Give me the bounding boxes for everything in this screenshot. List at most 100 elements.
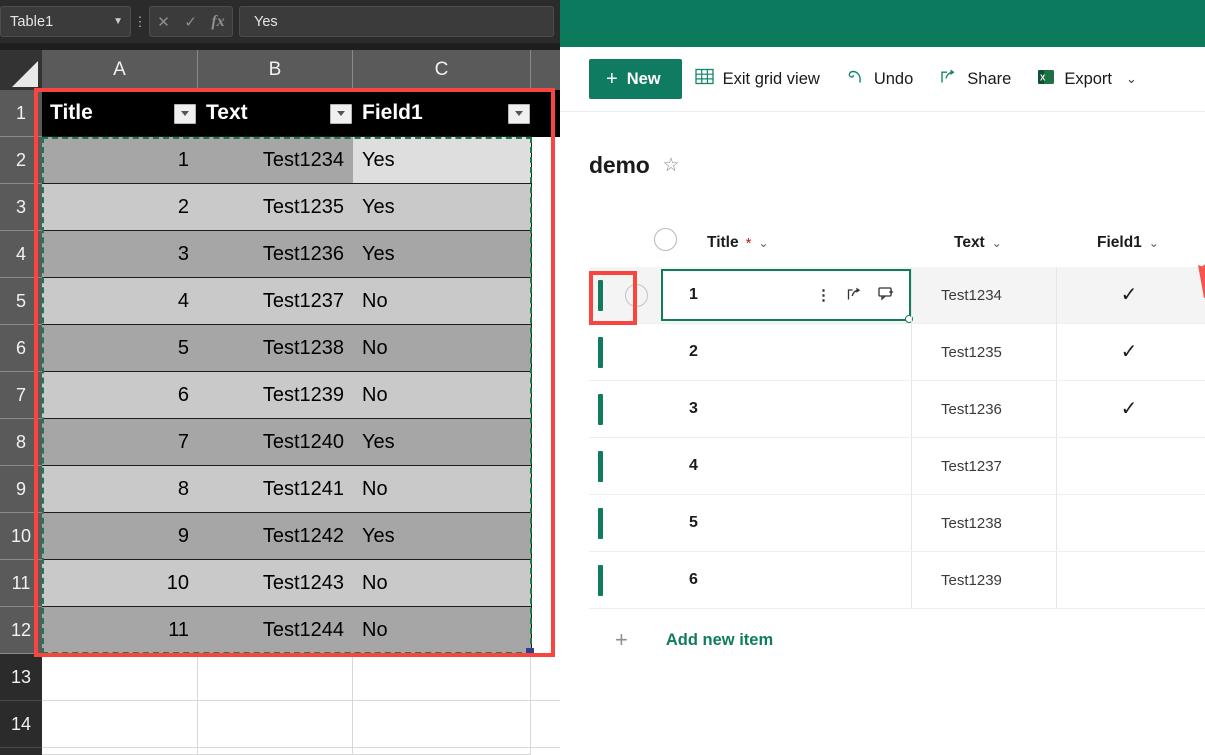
row-header-14[interactable]: 14: [0, 701, 42, 748]
cell-text[interactable]: Test1239: [198, 372, 353, 419]
open-item-icon[interactable]: [846, 286, 863, 304]
empty-cell-a[interactable]: [42, 701, 198, 748]
select-all-corner[interactable]: [0, 50, 42, 90]
row-header-1[interactable]: 1: [0, 90, 42, 137]
cell-field1[interactable]: No: [353, 607, 531, 654]
text-cell[interactable]: Test1235: [911, 324, 1056, 380]
list-item[interactable]: 2 Test1235 ✓: [589, 324, 1205, 381]
row-header-6[interactable]: 6: [0, 325, 42, 372]
field1-cell[interactable]: ✓: [1056, 381, 1201, 437]
cell-title[interactable]: 3: [42, 231, 198, 278]
cell-text[interactable]: Test1241: [198, 466, 353, 513]
cell-title[interactable]: 4: [42, 278, 198, 325]
empty-cell-c[interactable]: [353, 654, 531, 701]
formula-input[interactable]: Yes: [239, 6, 554, 37]
favorite-star-icon[interactable]: ☆: [663, 154, 680, 177]
cell-text[interactable]: Test1242: [198, 513, 353, 560]
empty-row[interactable]: [42, 701, 560, 748]
cell-text[interactable]: Test1238: [198, 325, 353, 372]
cell-title[interactable]: 11: [42, 607, 198, 654]
row-header-5[interactable]: 5: [0, 278, 42, 325]
field1-cell[interactable]: ✓: [1056, 324, 1201, 380]
list-item[interactable]: 4 Test1237: [589, 438, 1205, 495]
title-cell[interactable]: 3: [661, 381, 911, 437]
exit-grid-view-button[interactable]: Exit grid view: [682, 59, 833, 99]
row-header-3[interactable]: 3: [0, 184, 42, 231]
field1-cell[interactable]: ✓: [1056, 267, 1201, 323]
cell-field1[interactable]: No: [353, 278, 531, 325]
text-cell[interactable]: Test1237: [911, 438, 1056, 494]
field1-cell[interactable]: [1056, 495, 1201, 551]
cell-title[interactable]: 5: [42, 325, 198, 372]
table-row[interactable]: 10 Test1243 No: [42, 560, 560, 607]
chevron-down-icon[interactable]: ⌄: [992, 236, 1002, 250]
cell-text[interactable]: Test1234: [198, 137, 353, 184]
filter-button-title[interactable]: [174, 103, 196, 124]
cell-field1[interactable]: Yes: [353, 137, 531, 184]
cell-title[interactable]: 8: [42, 466, 198, 513]
title-cell[interactable]: 6: [661, 552, 911, 608]
empty-cell-c[interactable]: [353, 748, 531, 755]
chevron-down-icon[interactable]: ⌄: [1126, 71, 1137, 87]
cancel-icon[interactable]: ✕: [157, 13, 170, 31]
confirm-icon[interactable]: ✓: [184, 13, 197, 31]
table-row[interactable]: 5 Test1238 No: [42, 325, 560, 372]
column-header-a[interactable]: A: [42, 50, 198, 90]
column-header-title[interactable]: Title * ⌄: [707, 226, 769, 260]
cell-title[interactable]: 2: [42, 184, 198, 231]
text-cell[interactable]: Test1234: [911, 267, 1056, 323]
text-cell[interactable]: Test1239: [911, 552, 1056, 608]
export-button[interactable]: X Export ⌄: [1024, 59, 1150, 99]
field1-cell[interactable]: [1056, 552, 1201, 608]
chevron-down-icon[interactable]: ▼: [113, 16, 123, 27]
row-header-13[interactable]: 13: [0, 654, 42, 701]
empty-cell-b[interactable]: [198, 748, 353, 755]
name-box[interactable]: Table1 ▼: [0, 6, 131, 37]
comment-icon[interactable]: [878, 286, 895, 304]
column-header-field1[interactable]: Field1 ⌄: [1097, 226, 1159, 260]
new-button[interactable]: + New: [589, 59, 682, 99]
row-header-7[interactable]: 7: [0, 372, 42, 419]
empty-cell-c[interactable]: [353, 701, 531, 748]
empty-cell-d[interactable]: [531, 654, 560, 701]
undo-button[interactable]: Undo: [833, 59, 926, 99]
add-new-item-button[interactable]: + Add new item: [589, 623, 773, 657]
column-header-b[interactable]: B: [198, 50, 353, 90]
row-checkbox[interactable]: [625, 284, 648, 307]
empty-cell-a[interactable]: [42, 748, 198, 755]
row-header-8[interactable]: 8: [0, 419, 42, 466]
cell-title[interactable]: 7: [42, 419, 198, 466]
cell-field1[interactable]: No: [353, 325, 531, 372]
title-cell[interactable]: 2: [661, 324, 911, 380]
cell-text[interactable]: Test1243: [198, 560, 353, 607]
table-row[interactable]: 6 Test1239 No: [42, 372, 560, 419]
cell-text[interactable]: Test1240: [198, 419, 353, 466]
cell-title[interactable]: 6: [42, 372, 198, 419]
insert-function-icon[interactable]: fx: [211, 13, 224, 31]
list-item[interactable]: 5 Test1238: [589, 495, 1205, 552]
filter-button-field1[interactable]: [508, 103, 530, 124]
cell-field1[interactable]: Yes: [353, 184, 531, 231]
cell-field1[interactable]: Yes: [353, 419, 531, 466]
table-row[interactable]: 2 Test1235 Yes: [42, 184, 560, 231]
chevron-down-icon[interactable]: ⌄: [1149, 236, 1159, 250]
cell-title[interactable]: 1: [42, 137, 198, 184]
field1-cell[interactable]: [1056, 438, 1201, 494]
cell-title[interactable]: 9: [42, 513, 198, 560]
table-row[interactable]: 11 Test1244 No: [42, 607, 560, 654]
list-item[interactable]: 6 Test1239: [589, 552, 1205, 609]
table-row[interactable]: 4 Test1237 No: [42, 278, 560, 325]
table-row[interactable]: 3 Test1236 Yes: [42, 231, 560, 278]
row-header-10[interactable]: 10: [0, 513, 42, 560]
cell-text[interactable]: Test1236: [198, 231, 353, 278]
empty-cell-b[interactable]: [198, 654, 353, 701]
cell-field1[interactable]: Yes: [353, 513, 531, 560]
row-header-11[interactable]: 11: [0, 560, 42, 607]
empty-cell-b[interactable]: [198, 701, 353, 748]
row-header-12[interactable]: 12: [0, 607, 42, 654]
table-row[interactable]: 9 Test1242 Yes: [42, 513, 560, 560]
empty-cell-d[interactable]: [531, 701, 560, 748]
cell-title[interactable]: 10: [42, 560, 198, 607]
share-button[interactable]: Share: [926, 59, 1024, 99]
cell-field1[interactable]: No: [353, 372, 531, 419]
